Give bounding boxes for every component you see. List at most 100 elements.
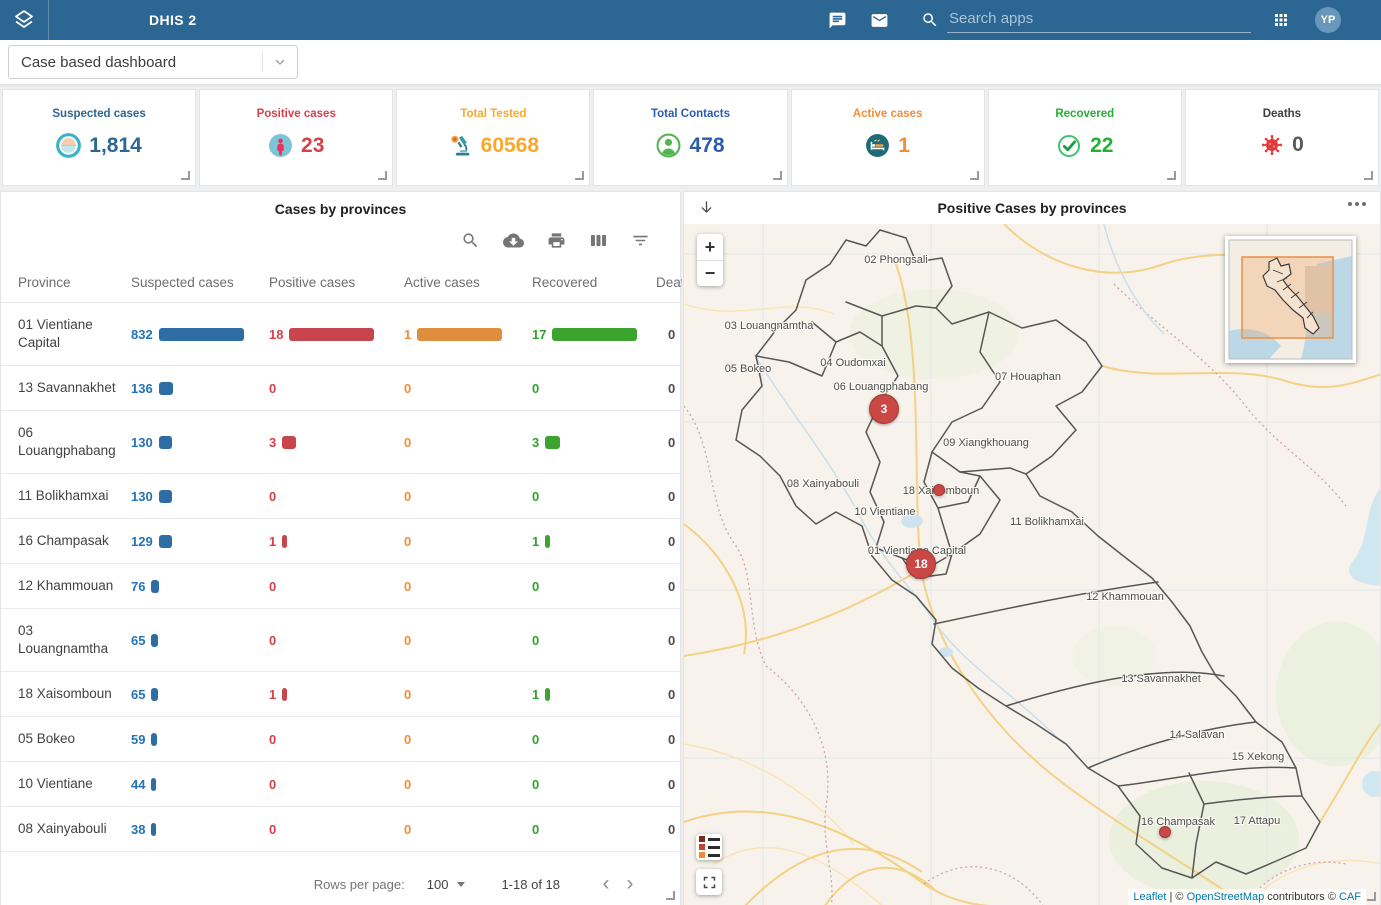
table-row[interactable]: 06 Louangphabang1303030 (1, 411, 680, 474)
recovered-cell: 0 (532, 719, 656, 760)
rows-per-page-select[interactable]: 100 (427, 877, 466, 892)
kpi-card-positive[interactable]: Positive cases23 (199, 89, 393, 186)
map-canvas[interactable]: 02 Phongsali03 Louangnamtha04 Oudomxai05… (684, 224, 1380, 905)
top-bar: DHIS 2 YP (0, 0, 1381, 40)
avatar[interactable]: YP (1315, 7, 1341, 33)
zoom-out-button[interactable]: − (697, 260, 723, 286)
apps-grid-icon[interactable] (1269, 8, 1293, 32)
kpi-card-label: Active cases (853, 108, 923, 120)
suspected-bar (159, 436, 172, 449)
table-row[interactable]: 11 Bolikhamxai1300000 (1, 474, 680, 519)
suspected-cell: 59 (131, 719, 269, 760)
positive-cell: 1 (269, 674, 404, 715)
table-row[interactable]: 12 Khammouan760000 (1, 564, 680, 609)
export-download-icon[interactable] (503, 230, 524, 251)
map-province-label: 03 Louangnamtha (725, 320, 814, 332)
province-cell: 05 Bokeo (18, 717, 131, 761)
messages-icon[interactable] (825, 8, 849, 32)
resize-handle-icon[interactable] (1367, 892, 1376, 901)
table-row[interactable]: 08 Xainyabouli380000 (1, 807, 680, 852)
kpi-card-suspected[interactable]: Suspected cases1,814 (2, 89, 196, 186)
recovered-cell: 0 (532, 620, 656, 661)
attribution-link[interactable]: CAF (1339, 891, 1361, 903)
resize-handle-icon[interactable] (181, 171, 190, 180)
province-cell: 12 Khammouan (18, 564, 131, 608)
download-arrow-icon[interactable] (698, 199, 715, 216)
mail-icon[interactable] (867, 8, 891, 32)
resize-handle-icon[interactable] (666, 891, 675, 900)
fullscreen-icon (702, 875, 717, 890)
kpi-card-tested[interactable]: Total Tested60568 (396, 89, 590, 186)
chevron-down-icon (263, 54, 297, 70)
case-cluster-marker[interactable] (1159, 826, 1171, 838)
table-row[interactable]: 03 Louangnamtha650000 (1, 609, 680, 672)
deaths-cell: 0 (656, 368, 682, 409)
deaths-cell: 0 (656, 809, 682, 850)
map-legend-button[interactable] (696, 834, 722, 860)
kpi-card-recovered[interactable]: Recovered22 (988, 89, 1182, 186)
column-header-recovered[interactable]: Recovered (532, 263, 656, 302)
search-apps-input[interactable] (947, 7, 1251, 33)
column-header-deaths[interactable]: Deaths (656, 263, 682, 302)
kpi-card-label: Recovered (1055, 108, 1114, 120)
attribution-link[interactable]: Leaflet (1133, 891, 1166, 903)
table-row[interactable]: 10 Vientiane440000 (1, 762, 680, 807)
kpi-card-value: 1,814 (89, 134, 142, 158)
recovered-cell: 0 (532, 809, 656, 850)
map-province-label: 07 Houaphan (995, 371, 1061, 383)
dhis2-logo-icon[interactable] (0, 0, 49, 40)
active-cell: 0 (404, 521, 532, 562)
suspected-bar (151, 778, 156, 791)
suspected-cell: 130 (131, 476, 269, 517)
map-attribution: Leaflet | © OpenStreetMap contributors ©… (1128, 889, 1366, 905)
attribution-link[interactable]: OpenStreetMap (1187, 891, 1265, 903)
overview-mini-map[interactable] (1225, 236, 1356, 363)
table-row[interactable]: 16 Champasak1291010 (1, 519, 680, 564)
map-province-label: 02 Phongsali (864, 254, 928, 266)
case-cluster-marker[interactable]: 3 (869, 394, 899, 424)
fullscreen-button[interactable] (696, 869, 722, 895)
filter-icon[interactable] (631, 231, 650, 250)
previous-page-button[interactable]: ‹ (594, 874, 618, 894)
map-province-label: 05 Bokeo (725, 363, 771, 375)
column-header-active-cases[interactable]: Active cases (404, 263, 532, 302)
table-row[interactable]: 18 Xaisomboun651010 (1, 672, 680, 717)
mask-icon (56, 133, 81, 158)
table-row[interactable]: 05 Bokeo590000 (1, 717, 680, 762)
more-options-icon[interactable] (1348, 202, 1366, 206)
next-page-button[interactable]: › (618, 874, 642, 894)
zoom-in-button[interactable]: + (697, 234, 723, 260)
infected-person-icon (268, 133, 293, 158)
kpi-card-deaths[interactable]: Deaths0 (1185, 89, 1379, 186)
kpi-card-label: Total Tested (460, 108, 526, 120)
kpi-card-active[interactable]: Active cases1 (791, 89, 985, 186)
dashboard-selector[interactable]: Case based dashboard (8, 45, 298, 79)
table-row[interactable]: 01 Vientiane Capital832181170 (1, 303, 680, 366)
positive-cell: 0 (269, 566, 404, 607)
suspected-cell: 65 (131, 674, 269, 715)
recovered-bar (552, 328, 637, 341)
active-cell: 0 (404, 566, 532, 607)
column-header-province[interactable]: Province (18, 263, 131, 302)
suspected-cell: 130 (131, 422, 269, 463)
search-icon[interactable] (461, 231, 480, 250)
kpi-card-label: Positive cases (257, 108, 336, 120)
table-row[interactable]: 13 Savannakhet1360000 (1, 366, 680, 411)
province-cell: 16 Champasak (18, 519, 131, 563)
resize-handle-icon[interactable] (575, 171, 584, 180)
case-cluster-marker[interactable]: 18 (906, 549, 936, 579)
kpi-card-label: Total Contacts (651, 108, 730, 120)
resize-handle-icon[interactable] (1167, 171, 1176, 180)
resize-handle-icon[interactable] (378, 171, 387, 180)
map-province-label: 14 Salavan (1169, 729, 1224, 741)
case-cluster-marker[interactable] (933, 484, 945, 496)
column-header-suspected-cases[interactable]: Suspected cases (131, 263, 269, 302)
resize-handle-icon[interactable] (970, 171, 979, 180)
kpi-card-contacts[interactable]: Total Contacts478 (593, 89, 787, 186)
suspected-bar (151, 634, 158, 647)
columns-icon[interactable] (589, 231, 608, 250)
resize-handle-icon[interactable] (1364, 171, 1373, 180)
print-icon[interactable] (547, 231, 566, 250)
resize-handle-icon[interactable] (773, 171, 782, 180)
column-header-positive-cases[interactable]: Positive cases (269, 263, 404, 302)
